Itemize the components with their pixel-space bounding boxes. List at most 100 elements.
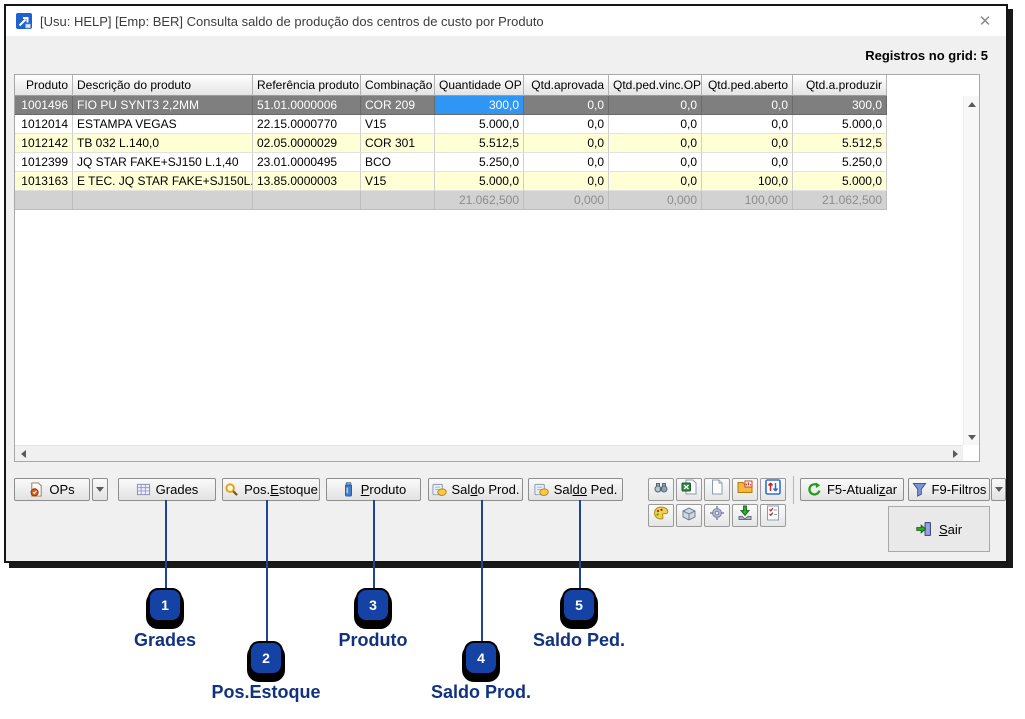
table-cell[interactable]: 0,0 <box>609 96 702 115</box>
exit-door-icon <box>916 521 932 537</box>
column-header-produto[interactable]: Produto <box>15 75 73 96</box>
table-cell[interactable]: ESTAMPA VEGAS <box>73 115 253 134</box>
settings-button[interactable] <box>704 504 730 527</box>
table-cell[interactable]: 1013163 <box>15 172 73 191</box>
column-header-qtd-a-produzir[interactable]: Qtd.a.produzir <box>793 75 887 96</box>
table-cell[interactable]: 300,0 <box>793 96 887 115</box>
scroll-up-arrow[interactable] <box>964 96 980 112</box>
saldo-prod-label: Saldo Prod. <box>451 482 520 497</box>
table-cell[interactable]: COR 209 <box>361 96 435 115</box>
table-cell[interactable]: COR 301 <box>361 134 435 153</box>
table-cell[interactable]: 1012399 <box>15 153 73 172</box>
table-cell[interactable]: 0,0 <box>702 134 793 153</box>
folder-chart-button[interactable] <box>732 478 758 501</box>
saldo-ped-button[interactable]: Saldo Ped. <box>528 478 623 501</box>
table-cell[interactable]: JQ STAR FAKE+SJ150 L.1,40 <box>73 153 253 172</box>
package-icon <box>681 505 697 526</box>
table-cell[interactable]: E TEC. JQ STAR FAKE+SJ150L.140 <box>73 172 253 191</box>
export-excel-button[interactable] <box>676 478 702 501</box>
scroll-left-arrow[interactable] <box>15 446 31 462</box>
f9-filtros-button[interactable]: F9-Filtros <box>908 478 990 501</box>
table-cell[interactable]: 0,0 <box>609 172 702 191</box>
table-cell[interactable]: 22.15.0000770 <box>253 115 361 134</box>
ops-dropdown-arrow[interactable] <box>92 478 108 501</box>
callout-badge-1: 1 <box>148 588 182 622</box>
table-cell[interactable]: 0,0 <box>609 134 702 153</box>
column-header-qtd-aprovada[interactable]: Qtd.aprovada <box>524 75 609 96</box>
table-cell[interactable]: 0,0 <box>702 96 793 115</box>
column-header-descricao[interactable]: Descrição do produto <box>73 75 253 96</box>
table-cell[interactable]: FIO PU SYNT3 2,2MM <box>73 96 253 115</box>
table-cell[interactable]: 5.512,5 <box>793 134 887 153</box>
table-cell[interactable]: 02.05.0000029 <box>253 134 361 153</box>
table-cell[interactable]: TB 032 L.140,0 <box>73 134 253 153</box>
document-report-icon <box>29 482 44 497</box>
table-cell[interactable]: 5.000,0 <box>793 172 887 191</box>
table-cell[interactable]: 5.000,0 <box>435 172 524 191</box>
table-cell[interactable]: 23.01.0000495 <box>253 153 361 172</box>
table-cell[interactable]: 0,0 <box>609 115 702 134</box>
records-count-label: Registros no grid: 5 <box>865 48 988 63</box>
table-cell[interactable]: 0,0 <box>524 115 609 134</box>
title-bar: [Usu: HELP] [Emp: BER] Consulta saldo de… <box>6 6 1006 36</box>
table-cell[interactable]: BCO <box>361 153 435 172</box>
callout-line-3 <box>373 500 375 592</box>
import-button[interactable] <box>732 504 758 527</box>
ops-button[interactable]: OPs <box>14 478 90 501</box>
close-button[interactable]: ✕ <box>974 11 996 33</box>
table-cell[interactable]: 0,0 <box>524 172 609 191</box>
sair-button[interactable]: Sair <box>888 506 990 552</box>
callout-badge-4: 4 <box>464 641 498 675</box>
palette-button[interactable] <box>648 504 674 527</box>
scroll-right-arrow[interactable] <box>947 446 963 462</box>
table-cell[interactable]: 1001496 <box>15 96 73 115</box>
table-cell[interactable]: 5.000,0 <box>793 115 887 134</box>
table-cell[interactable]: 100,0 <box>702 172 793 191</box>
sort-button[interactable] <box>760 478 786 501</box>
column-header-quantidade-op[interactable]: Quantidade OP <box>435 75 524 96</box>
table-cell-focused[interactable]: 300,0 <box>435 96 524 115</box>
checklist-button[interactable] <box>760 504 786 527</box>
table-cell[interactable]: 13.85.0000003 <box>253 172 361 191</box>
table-cell[interactable]: V15 <box>361 115 435 134</box>
package-button[interactable] <box>676 504 702 527</box>
produto-button[interactable]: Produto <box>326 478 421 501</box>
table-cell[interactable]: 0,0 <box>524 96 609 115</box>
grades-button[interactable]: Grades <box>118 478 216 501</box>
table-cell[interactable]: 0,0 <box>524 134 609 153</box>
table-cell[interactable]: 1012142 <box>15 134 73 153</box>
table-cell[interactable]: 0,0 <box>702 153 793 172</box>
totals-cell <box>253 191 361 210</box>
saldo-prod-button[interactable]: Saldo Prod. <box>428 478 523 501</box>
table-cell[interactable]: 0,0 <box>524 153 609 172</box>
table-cell[interactable]: V15 <box>361 172 435 191</box>
table-cell[interactable]: 5.250,0 <box>793 153 887 172</box>
table-cell[interactable]: 0,0 <box>609 153 702 172</box>
search-binoculars-button[interactable] <box>648 478 674 501</box>
horizontal-scrollbar[interactable] <box>15 445 963 461</box>
table-cell[interactable]: 5.512,5 <box>435 134 524 153</box>
pos-estoque-button[interactable]: Pos.Estoque <box>222 478 320 501</box>
column-header-qtd-ped-vinc-op[interactable]: Qtd.ped.vinc.OP <box>609 75 702 96</box>
new-document-button[interactable] <box>704 478 730 501</box>
callout-label-saldo-ped: Saldo Ped. <box>532 630 626 650</box>
vertical-scrollbar[interactable] <box>963 96 979 445</box>
table-cell[interactable]: 5.250,0 <box>435 153 524 172</box>
column-header-combinacao[interactable]: Combinação <box>361 75 435 96</box>
column-header-referencia[interactable]: Referência produto <box>253 75 361 96</box>
f5-atualizar-button[interactable]: F5-Atualizar <box>800 478 904 501</box>
totals-cell <box>361 191 435 210</box>
totals-cell: 100,000 <box>702 191 793 210</box>
callout-badge-5: 5 <box>562 588 596 622</box>
screenshot-root: [Usu: HELP] [Emp: BER] Consulta saldo de… <box>0 0 1025 719</box>
f9-dropdown-arrow[interactable] <box>991 478 1006 501</box>
table-row: 1012014 ESTAMPA VEGAS 22.15.0000770 V15 … <box>15 115 979 134</box>
table-cell[interactable]: 0,0 <box>702 115 793 134</box>
scroll-down-arrow[interactable] <box>964 429 980 445</box>
sair-label: Sair <box>938 521 963 537</box>
table-cell[interactable]: 1012014 <box>15 115 73 134</box>
table-cell[interactable]: 5.000,0 <box>435 115 524 134</box>
column-header-qtd-ped-aberto[interactable]: Qtd.ped.aberto <box>702 75 793 96</box>
table-cell[interactable]: 51.01.0000006 <box>253 96 361 115</box>
excel-export-icon <box>681 479 697 500</box>
